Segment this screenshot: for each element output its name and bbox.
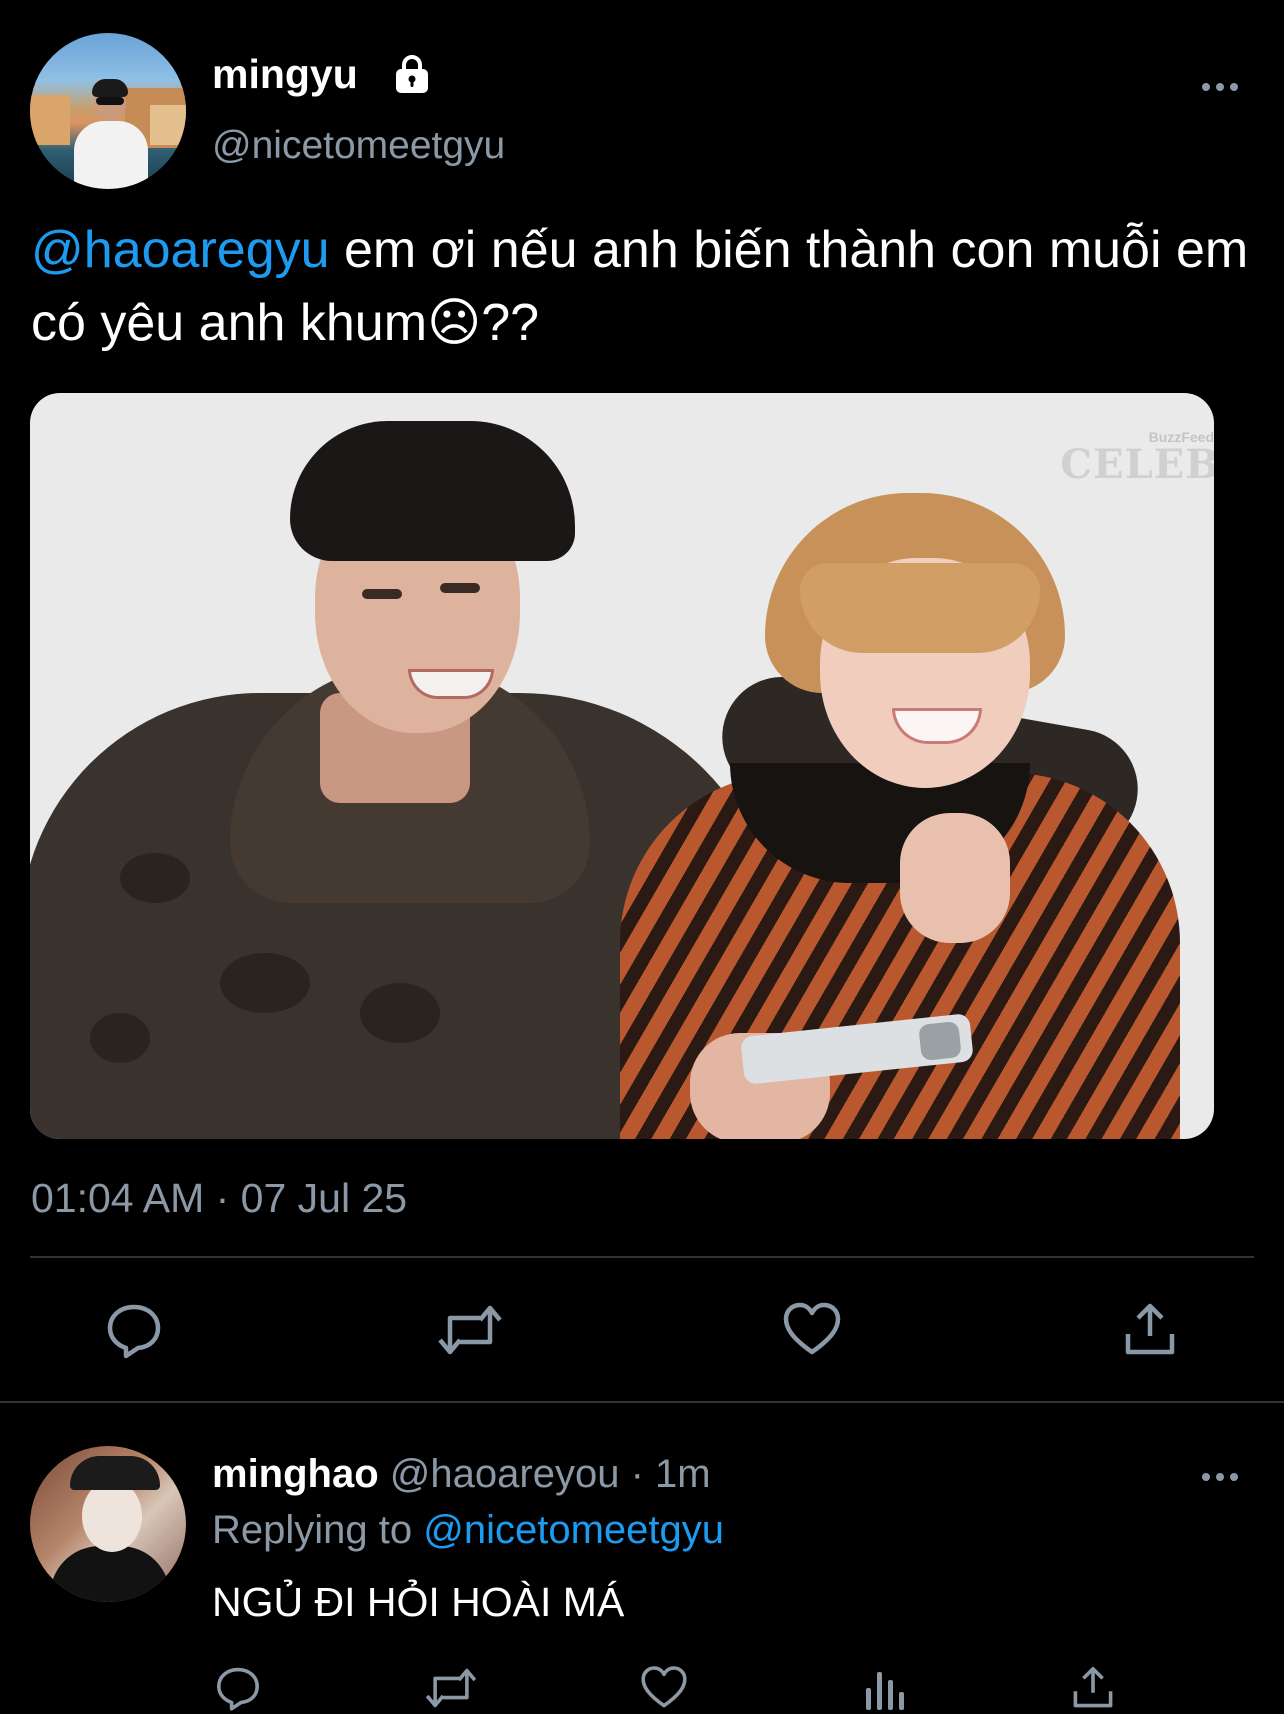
author-avatar[interactable]: [30, 33, 186, 189]
photo-figure: [120, 853, 190, 903]
replying-label: Replying to: [212, 1508, 424, 1552]
reply-icon[interactable]: [104, 1300, 164, 1360]
more-options-icon[interactable]: [1200, 80, 1240, 92]
retweet-icon[interactable]: [424, 1664, 478, 1712]
author-handle[interactable]: @nicetomeetgyu: [212, 122, 505, 170]
photo-figure: [220, 953, 310, 1013]
photo-figure: [800, 563, 1040, 653]
more-options-icon[interactable]: [1200, 1470, 1240, 1482]
reply-header: minghao @haoareyou · 1m: [212, 1446, 711, 1502]
avatar-figure: [96, 97, 124, 105]
photo-figure: [362, 589, 402, 599]
divider: [30, 1256, 1254, 1258]
avatar-figure: [74, 121, 148, 189]
avatar-background: [30, 95, 70, 145]
analytics-icon[interactable]: [860, 1664, 908, 1712]
reply-author-avatar[interactable]: [30, 1446, 186, 1602]
reply-time: · 1m: [619, 1452, 711, 1496]
reply-handle[interactable]: @haoareyou: [390, 1452, 620, 1496]
replying-to-link[interactable]: @nicetomeetgyu: [423, 1508, 724, 1552]
retweet-icon[interactable]: [436, 1300, 504, 1360]
share-icon[interactable]: [1122, 1300, 1178, 1360]
heart-icon[interactable]: [640, 1664, 688, 1712]
avatar-figure: [92, 79, 128, 97]
photo-watermark: CELEB: [1060, 441, 1214, 488]
tweet-timestamp[interactable]: 01:04 AM · 07 Jul 25: [31, 1170, 407, 1226]
lock-icon: [390, 54, 434, 94]
photo-figure: [290, 421, 575, 561]
share-icon[interactable]: [1070, 1664, 1116, 1712]
avatar-figure: [50, 1546, 170, 1602]
reply-icon[interactable]: [214, 1664, 262, 1712]
reply-display-name[interactable]: minghao: [212, 1452, 379, 1496]
author-display-name[interactable]: mingyu: [212, 48, 358, 100]
tweet-text: @haoaregyu em ơi nếu anh biến thành con …: [31, 214, 1251, 360]
replying-to: Replying to @nicetomeetgyu: [212, 1502, 724, 1558]
avatar-figure: [70, 1456, 160, 1490]
photo-phone: [918, 1021, 962, 1061]
mention-link[interactable]: @haoaregyu: [31, 221, 330, 279]
photo-figure: [440, 583, 480, 593]
avatar-background: [150, 105, 186, 145]
tweet-photo[interactable]: BuzzFeed CELEB: [30, 393, 1214, 1139]
photo-figure: [360, 983, 440, 1043]
photo-figure: [90, 1013, 150, 1063]
heart-icon[interactable]: [782, 1300, 842, 1360]
avatar-figure: [82, 1480, 142, 1552]
reply-text: NGỦ ĐI HỎI HOÀI MÁ: [212, 1579, 625, 1625]
photo-figure: [900, 813, 1010, 943]
divider: [0, 1401, 1284, 1403]
